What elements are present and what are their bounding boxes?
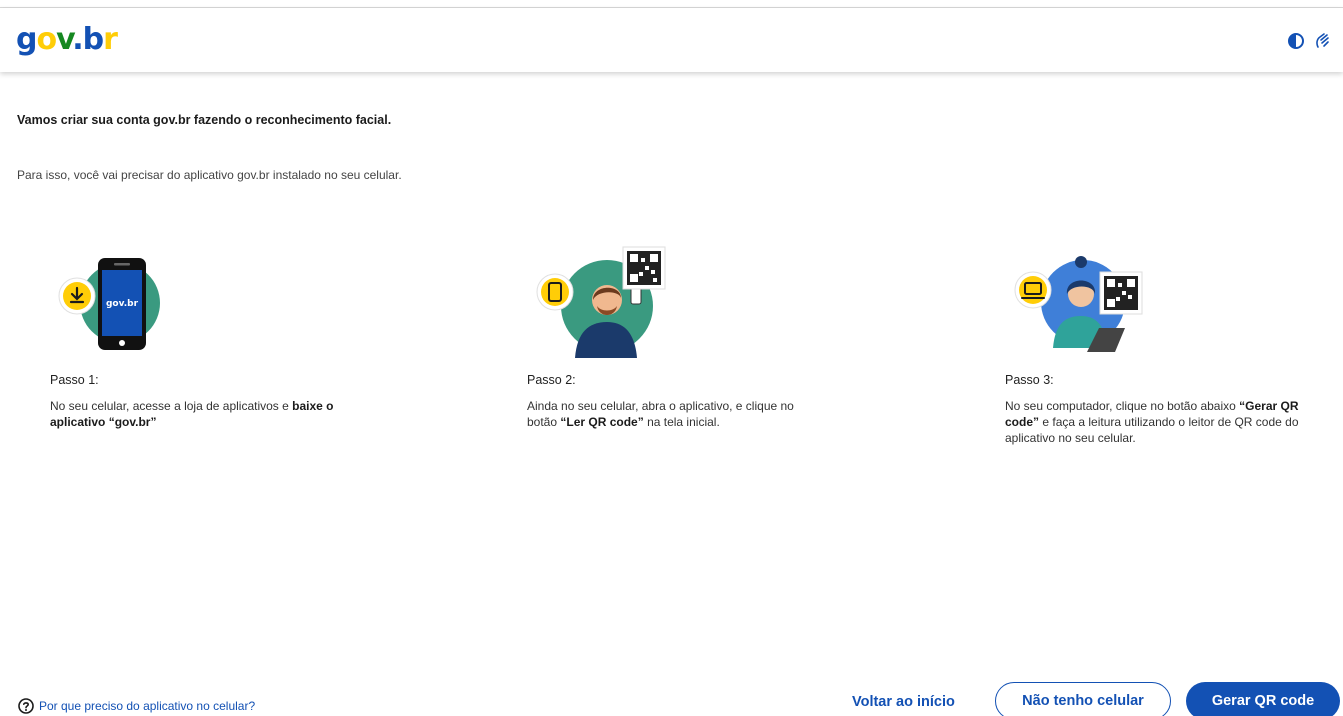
step-2-text: Ainda no seu celular, abra o aplicativo,…: [527, 399, 794, 429]
person-computer-illustration: [1014, 256, 1143, 352]
govbr-logo[interactable]: gov.br: [16, 22, 118, 58]
step-3-text: No seu computador, clique no botão abaix…: [1005, 399, 1299, 445]
step-2-title: Passo 2:: [527, 373, 576, 387]
person-scanning-illustration: [536, 246, 666, 358]
step-3-title: Passo 3:: [1005, 373, 1054, 387]
step-2: Passo 2: Ainda no seu celular, abra o ap…: [527, 240, 827, 429]
step-3: Passo 3: No seu computador, clique no bo…: [1005, 240, 1305, 445]
phone-download-illustration: gov.br: [58, 258, 160, 350]
question-circle-icon: [18, 698, 34, 714]
header: gov.br: [0, 8, 1343, 72]
step-1-title: Passo 1:: [50, 373, 99, 387]
phone-logo: gov.br: [106, 299, 139, 309]
help-link[interactable]: Por que preciso do aplicativo no celular…: [18, 698, 255, 714]
generate-qr-button[interactable]: Gerar QR code: [1186, 682, 1340, 716]
sign-language-icon[interactable]: [1313, 32, 1331, 50]
help-link-label: Por que preciso do aplicativo no celular…: [39, 699, 256, 713]
no-phone-button[interactable]: Não tenho celular: [995, 682, 1171, 716]
contrast-icon[interactable]: [1287, 32, 1305, 50]
page-title: Vamos criar sua conta gov.br fazendo o r…: [17, 113, 392, 127]
step-1-text: No seu celular, acesse a loja de aplicat…: [50, 399, 334, 429]
back-to-start-button[interactable]: Voltar ao início: [838, 684, 969, 716]
intro-text: Para isso, você vai precisar do aplicati…: [17, 168, 402, 182]
step-1: gov.br Passo 1: No seu celular, acesse a…: [50, 240, 350, 429]
